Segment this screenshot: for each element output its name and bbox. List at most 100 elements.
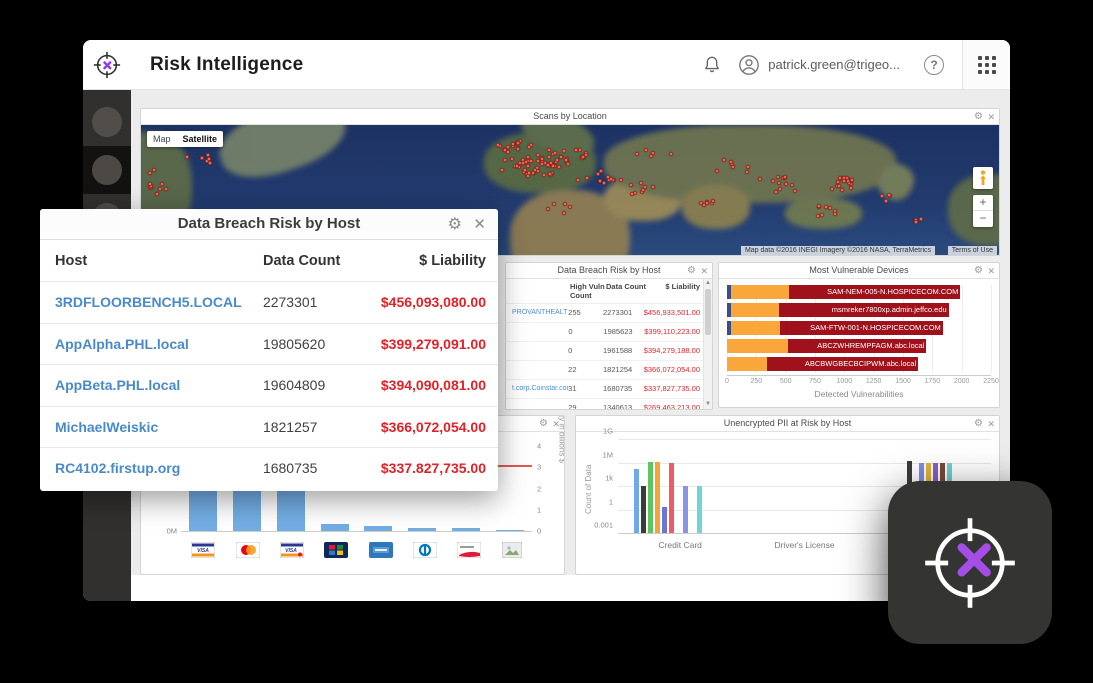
host-link[interactable]: t.corp.Coinstar.com <box>512 385 568 392</box>
close-icon[interactable]: ✕ <box>700 264 708 278</box>
scan-marker <box>777 181 781 185</box>
bar-maestro[interactable] <box>321 524 349 531</box>
host-link[interactable]: RC4102.firstup.org <box>55 460 263 476</box>
popup-table-row: MichaelWeiskic1821257$366,072,054.00 <box>40 406 498 448</box>
host-link[interactable]: MichaelWeiskic <box>55 419 263 435</box>
scan-marker <box>542 173 546 177</box>
scan-marker <box>880 194 884 198</box>
device-bar: SAM-FTW-001-N.HOSPICECOM.COM <box>727 321 991 335</box>
app-logo[interactable] <box>83 40 131 90</box>
pegman-icon <box>978 170 988 186</box>
close-icon[interactable]: ✕ <box>987 264 995 278</box>
y-tick: 1k <box>605 474 618 483</box>
scroll-up-icon[interactable]: ▲ <box>704 279 712 288</box>
stacked-bar-chart: SAM-NEM-005-N.HOSPICECOM.COM msmreker7800… <box>727 285 991 373</box>
scroll-down-icon[interactable]: ▼ <box>704 400 712 409</box>
popup-header[interactable]: Data Breach Risk by Host ⚙ ✕ <box>40 209 498 240</box>
bar-amex[interactable] <box>364 526 392 531</box>
scan-marker <box>776 175 780 179</box>
bar-discover[interactable] <box>452 528 480 531</box>
bar[interactable] <box>641 486 646 534</box>
gridline <box>991 285 992 373</box>
popup-table-body: 3RDFLOORBENCH5.LOCAL2273301$456,093,080.… <box>40 281 498 489</box>
y-tick: 1M <box>603 450 618 459</box>
host-link[interactable]: 3RDFLOORBENCH5.LOCAL <box>55 294 263 310</box>
liability-cell: $394,090,081.00 <box>381 377 486 393</box>
gear-icon[interactable]: ⚙ <box>448 214 462 234</box>
gear-icon[interactable]: ⚙ <box>687 264 696 278</box>
bar[interactable] <box>669 463 674 534</box>
scan-marker <box>526 164 530 168</box>
bar[interactable] <box>662 507 667 534</box>
scroll-thumb[interactable] <box>705 289 711 335</box>
bar[interactable] <box>683 486 688 534</box>
vuln-count-cell: 29 <box>568 403 603 410</box>
panel-data-breach-risk-table: Data Breach Risk by Host ⚙ ✕ High Vuln C… <box>505 262 713 410</box>
sidebar-item-2-selected[interactable] <box>83 146 131 194</box>
close-icon[interactable]: ✕ <box>987 110 995 124</box>
host-link[interactable]: PROVANTHEALTH.LOCAL <box>512 309 568 316</box>
bar-segment <box>731 303 779 317</box>
zoom-in-button[interactable]: + <box>973 195 993 211</box>
x-axis-label: Detected Vulnerabilities <box>719 389 999 399</box>
gear-icon[interactable]: ⚙ <box>539 417 548 431</box>
question-mark-icon: ? <box>930 58 937 72</box>
device-bar: ABCZWHREMPFAGM.abc.local <box>727 339 991 353</box>
bar-diners-club[interactable] <box>408 528 436 531</box>
scan-marker <box>758 177 762 181</box>
satellite-mode-button[interactable]: Satellite <box>177 131 224 147</box>
notifications-button[interactable] <box>692 55 732 74</box>
sidebar-item-1[interactable] <box>83 98 131 146</box>
x-tick: 500 <box>780 378 792 385</box>
map-mode-button[interactable]: Map <box>147 131 177 147</box>
scan-marker <box>840 188 844 192</box>
device-label: msmreker7800xp.admin.jeffco.edu <box>832 305 947 314</box>
close-icon[interactable]: ✕ <box>473 215 486 233</box>
panel-title: Most Vulnerable Devices <box>719 265 999 275</box>
bar-segment <box>727 339 788 353</box>
x-tick: 2000 <box>954 378 970 385</box>
diners-club-card-icon <box>413 542 437 558</box>
scan-marker <box>566 162 570 166</box>
bar-unknown-card[interactable] <box>496 530 524 531</box>
scan-marker <box>516 141 520 145</box>
unknown-card-card-icon <box>502 542 522 558</box>
terms-of-use-link[interactable]: Terms of Use <box>948 246 997 255</box>
category-label: Credit Card <box>618 540 742 550</box>
street-view-pegman-button[interactable] <box>973 167 993 189</box>
scan-marker <box>563 202 567 206</box>
data-count-cell: 1961588 <box>603 346 644 355</box>
help-button[interactable]: ? <box>924 55 944 75</box>
table-row: 01985623$399,110,223.00 <box>506 323 712 342</box>
bar[interactable] <box>697 486 702 534</box>
gear-icon[interactable]: ⚙ <box>974 264 983 278</box>
host-link[interactable]: AppBeta.PHL.local <box>55 377 263 393</box>
scan-marker <box>816 214 820 218</box>
brand-logo-card <box>888 481 1052 644</box>
bar[interactable] <box>634 469 639 534</box>
bar-visa-electron[interactable] <box>277 488 305 531</box>
x-tick: 2250 <box>983 378 999 385</box>
gear-icon[interactable]: ⚙ <box>974 417 983 431</box>
category-label: Driver's License <box>742 540 866 550</box>
data-count-cell: 1680735 <box>603 384 644 393</box>
scrollbar[interactable]: ▲ ▼ <box>703 279 712 409</box>
svg-text:VISA: VISA <box>285 548 297 554</box>
y-tick-right: 4 <box>532 442 541 451</box>
device-label: ABCZWHREMPFAGM.abc.local <box>817 341 924 350</box>
table-row: t.corp.Coinstar.com311680735$337,827,735… <box>506 380 712 399</box>
sidebar-icon-1 <box>92 107 122 137</box>
zoom-out-button[interactable]: − <box>973 211 993 227</box>
device-bar: SAM-NEM-005-N.HOSPICECOM.COM <box>727 285 991 299</box>
host-link[interactable]: AppAlpha.PHL.local <box>55 336 263 352</box>
bar[interactable] <box>648 462 653 534</box>
liability-cell: $399,279,091.00 <box>381 336 486 352</box>
vuln-count-cell: 255 <box>568 308 603 317</box>
app-switcher-button[interactable] <box>962 40 1010 89</box>
bar[interactable] <box>655 462 660 534</box>
close-icon[interactable]: ✕ <box>987 417 995 431</box>
user-menu[interactable]: patrick.green@trigeo... <box>738 54 900 76</box>
gear-icon[interactable]: ⚙ <box>974 110 983 124</box>
liability-cell: $456,933,501.00 <box>644 308 700 317</box>
bar-segment <box>727 357 767 371</box>
